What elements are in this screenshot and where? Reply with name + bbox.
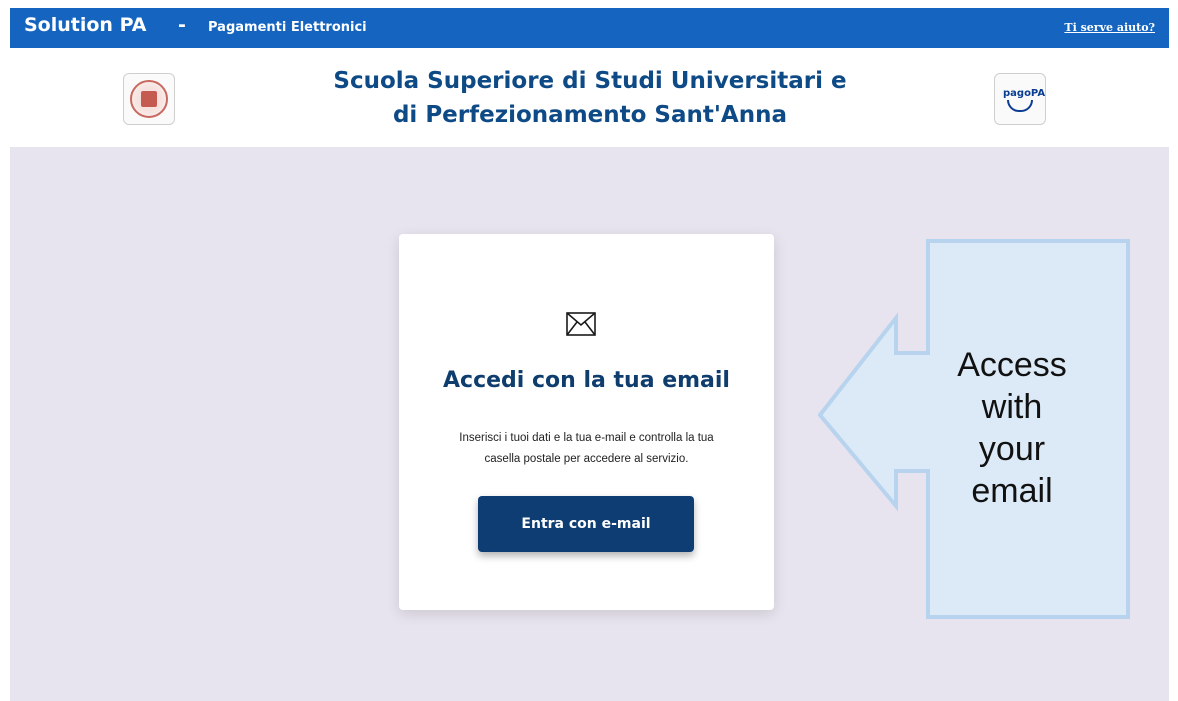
callout-line4: email bbox=[971, 472, 1053, 510]
page-frame: Solution PA - Pagamenti Elettronici Ti s… bbox=[10, 8, 1169, 701]
university-seal-logo bbox=[123, 73, 175, 125]
pagopa-logo-text: pagoPA bbox=[1003, 88, 1046, 99]
card-description: Inserisci i tuoi dati e la tua e-mail e … bbox=[419, 428, 754, 470]
brand-separator: - bbox=[178, 14, 186, 36]
seal-icon bbox=[130, 80, 168, 118]
callout-line3: your bbox=[978, 430, 1046, 468]
callout-line2: with bbox=[981, 388, 1043, 426]
brand-subtitle: Pagamenti Elettronici bbox=[208, 20, 367, 35]
email-login-card: Accedi con la tua email Inserisci i tuoi… bbox=[399, 234, 774, 610]
card-description-line1: Inserisci i tuoi dati e la tua e-mail e … bbox=[459, 432, 714, 444]
mail-icon bbox=[566, 312, 596, 336]
help-link[interactable]: Ti serve aiuto? bbox=[1064, 21, 1155, 34]
card-title: Accedi con la tua email bbox=[443, 368, 730, 393]
callout-text: Access with your email bbox=[937, 344, 1087, 512]
callout-line1: Access bbox=[957, 346, 1067, 384]
institution-title-line1: Scuola Superiore di Studi Universitari e bbox=[333, 68, 847, 94]
enter-with-email-button[interactable]: Entra con e-mail bbox=[478, 496, 694, 552]
card-description-line2: casella postale per accedere al servizio… bbox=[484, 453, 689, 465]
top-bar: Solution PA - Pagamenti Elettronici Ti s… bbox=[10, 8, 1169, 48]
brand-name: Solution PA bbox=[24, 14, 147, 36]
